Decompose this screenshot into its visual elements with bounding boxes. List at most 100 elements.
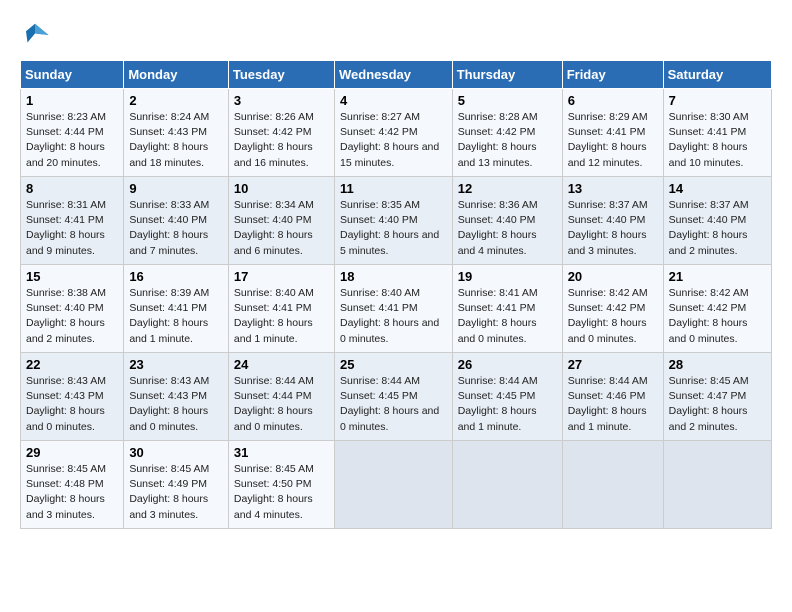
calendar-cell: 14 Sunrise: 8:37 AMSunset: 4:40 PMDayligh… <box>663 177 771 265</box>
day-info: Sunrise: 8:45 AMSunset: 4:48 PMDaylight:… <box>26 462 118 523</box>
calendar-cell: 23 Sunrise: 8:43 AMSunset: 4:43 PMDayligh… <box>124 353 229 441</box>
calendar-cell: 16 Sunrise: 8:39 AMSunset: 4:41 PMDayligh… <box>124 265 229 353</box>
calendar-cell: 18Sunrise: 8:40 AMSunset: 4:41 PMDayligh… <box>334 265 452 353</box>
calendar-cell <box>663 441 771 529</box>
day-number: 24 <box>234 357 329 372</box>
day-number: 25 <box>340 357 447 372</box>
day-number: 19 <box>458 269 557 284</box>
day-info: Sunrise: 8:43 AMSunset: 4:43 PMDaylight:… <box>26 374 118 435</box>
calendar-cell: 31Sunrise: 8:45 AMSunset: 4:50 PMDayligh… <box>228 441 334 529</box>
day-number: 15 <box>26 269 118 284</box>
calendar-cell: 12Sunrise: 8:36 AMSunset: 4:40 PMDayligh… <box>452 177 562 265</box>
day-info: Sunrise: 8:44 AMSunset: 4:46 PMDaylight:… <box>568 374 658 435</box>
calendar-cell <box>452 441 562 529</box>
calendar-cell <box>334 441 452 529</box>
calendar-cell: 6 Sunrise: 8:29 AMSunset: 4:41 PMDaylight… <box>562 89 663 177</box>
calendar-cell: 27 Sunrise: 8:44 AMSunset: 4:46 PMDayligh… <box>562 353 663 441</box>
day-info: Sunrise: 8:42 AMSunset: 4:42 PMDaylight:… <box>568 286 658 347</box>
weekday-header: Thursday <box>452 61 562 89</box>
day-number: 30 <box>129 445 223 460</box>
calendar-week-row: 8 Sunrise: 8:31 AMSunset: 4:41 PMDaylight… <box>21 177 772 265</box>
day-number: 27 <box>568 357 658 372</box>
page-header <box>20 20 772 50</box>
day-info: Sunrise: 8:30 AMSunset: 4:41 PMDaylight:… <box>669 110 766 171</box>
day-info: Sunrise: 8:26 AMSunset: 4:42 PMDaylight:… <box>234 110 329 171</box>
day-number: 2 <box>129 93 223 108</box>
logo-bird-icon <box>20 20 50 50</box>
day-number: 13 <box>568 181 658 196</box>
day-info: Sunrise: 8:29 AMSunset: 4:41 PMDaylight:… <box>568 110 658 171</box>
day-info: Sunrise: 8:43 AMSunset: 4:43 PMDaylight:… <box>129 374 223 435</box>
calendar-cell: 5Sunrise: 8:28 AMSunset: 4:42 PMDaylight… <box>452 89 562 177</box>
weekday-header: Wednesday <box>334 61 452 89</box>
weekday-header: Saturday <box>663 61 771 89</box>
day-info: Sunrise: 8:27 AMSunset: 4:42 PMDaylight:… <box>340 110 447 171</box>
day-number: 22 <box>26 357 118 372</box>
calendar-week-row: 29 Sunrise: 8:45 AMSunset: 4:48 PMDayligh… <box>21 441 772 529</box>
day-info: Sunrise: 8:38 AMSunset: 4:40 PMDaylight:… <box>26 286 118 347</box>
calendar-week-row: 15 Sunrise: 8:38 AMSunset: 4:40 PMDayligh… <box>21 265 772 353</box>
day-info: Sunrise: 8:36 AMSunset: 4:40 PMDaylight:… <box>458 198 557 259</box>
day-number: 28 <box>669 357 766 372</box>
day-info: Sunrise: 8:37 AMSunset: 4:40 PMDaylight:… <box>669 198 766 259</box>
weekday-header: Tuesday <box>228 61 334 89</box>
day-info: Sunrise: 8:39 AMSunset: 4:41 PMDaylight:… <box>129 286 223 347</box>
day-number: 29 <box>26 445 118 460</box>
day-number: 7 <box>669 93 766 108</box>
calendar-cell: 11Sunrise: 8:35 AMSunset: 4:40 PMDayligh… <box>334 177 452 265</box>
calendar-cell <box>562 441 663 529</box>
calendar-cell: 21 Sunrise: 8:42 AMSunset: 4:42 PMDayligh… <box>663 265 771 353</box>
day-number: 23 <box>129 357 223 372</box>
day-info: Sunrise: 8:37 AMSunset: 4:40 PMDaylight:… <box>568 198 658 259</box>
day-info: Sunrise: 8:44 AMSunset: 4:45 PMDaylight:… <box>458 374 557 435</box>
calendar-cell: 30 Sunrise: 8:45 AMSunset: 4:49 PMDayligh… <box>124 441 229 529</box>
day-info: Sunrise: 8:41 AMSunset: 4:41 PMDaylight:… <box>458 286 557 347</box>
calendar-cell: 28 Sunrise: 8:45 AMSunset: 4:47 PMDayligh… <box>663 353 771 441</box>
calendar-cell: 25 Sunrise: 8:44 AMSunset: 4:45 PMDayligh… <box>334 353 452 441</box>
day-info: Sunrise: 8:45 AMSunset: 4:49 PMDaylight:… <box>129 462 223 523</box>
day-number: 21 <box>669 269 766 284</box>
calendar-cell: 1 Sunrise: 8:23 AMSunset: 4:44 PMDaylight… <box>21 89 124 177</box>
day-number: 9 <box>129 181 223 196</box>
calendar-cell: 9 Sunrise: 8:33 AMSunset: 4:40 PMDaylight… <box>124 177 229 265</box>
day-number: 17 <box>234 269 329 284</box>
day-info: Sunrise: 8:45 AMSunset: 4:47 PMDaylight:… <box>669 374 766 435</box>
day-info: Sunrise: 8:44 AMSunset: 4:45 PMDaylight:… <box>340 374 447 435</box>
logo <box>20 20 54 50</box>
weekday-header: Friday <box>562 61 663 89</box>
day-info: Sunrise: 8:44 AMSunset: 4:44 PMDaylight:… <box>234 374 329 435</box>
day-number: 5 <box>458 93 557 108</box>
calendar-cell: 26Sunrise: 8:44 AMSunset: 4:45 PMDayligh… <box>452 353 562 441</box>
calendar-cell: 2 Sunrise: 8:24 AMSunset: 4:43 PMDaylight… <box>124 89 229 177</box>
day-info: Sunrise: 8:33 AMSunset: 4:40 PMDaylight:… <box>129 198 223 259</box>
day-number: 1 <box>26 93 118 108</box>
day-info: Sunrise: 8:42 AMSunset: 4:42 PMDaylight:… <box>669 286 766 347</box>
day-number: 6 <box>568 93 658 108</box>
day-number: 10 <box>234 181 329 196</box>
day-number: 16 <box>129 269 223 284</box>
day-number: 4 <box>340 93 447 108</box>
calendar-cell: 8 Sunrise: 8:31 AMSunset: 4:41 PMDaylight… <box>21 177 124 265</box>
calendar-cell: 17 Sunrise: 8:40 AMSunset: 4:41 PMDayligh… <box>228 265 334 353</box>
day-info: Sunrise: 8:40 AMSunset: 4:41 PMDaylight:… <box>234 286 329 347</box>
day-info: Sunrise: 8:35 AMSunset: 4:40 PMDaylight:… <box>340 198 447 259</box>
calendar-cell: 29 Sunrise: 8:45 AMSunset: 4:48 PMDayligh… <box>21 441 124 529</box>
day-info: Sunrise: 8:31 AMSunset: 4:41 PMDaylight:… <box>26 198 118 259</box>
calendar-cell: 20 Sunrise: 8:42 AMSunset: 4:42 PMDayligh… <box>562 265 663 353</box>
weekday-header: Sunday <box>21 61 124 89</box>
day-info: Sunrise: 8:34 AMSunset: 4:40 PMDaylight:… <box>234 198 329 259</box>
calendar-table: SundayMondayTuesdayWednesdayThursdayFrid… <box>20 60 772 529</box>
calendar-cell: 7 Sunrise: 8:30 AMSunset: 4:41 PMDaylight… <box>663 89 771 177</box>
day-info: Sunrise: 8:45 AMSunset: 4:50 PMDaylight:… <box>234 462 329 523</box>
day-number: 20 <box>568 269 658 284</box>
day-number: 3 <box>234 93 329 108</box>
calendar-cell: 10 Sunrise: 8:34 AMSunset: 4:40 PMDayligh… <box>228 177 334 265</box>
day-number: 8 <box>26 181 118 196</box>
day-info: Sunrise: 8:24 AMSunset: 4:43 PMDaylight:… <box>129 110 223 171</box>
calendar-week-row: 1 Sunrise: 8:23 AMSunset: 4:44 PMDaylight… <box>21 89 772 177</box>
day-number: 18 <box>340 269 447 284</box>
calendar-cell: 24 Sunrise: 8:44 AMSunset: 4:44 PMDayligh… <box>228 353 334 441</box>
day-info: Sunrise: 8:23 AMSunset: 4:44 PMDaylight:… <box>26 110 118 171</box>
calendar-cell: 13 Sunrise: 8:37 AMSunset: 4:40 PMDayligh… <box>562 177 663 265</box>
day-number: 14 <box>669 181 766 196</box>
